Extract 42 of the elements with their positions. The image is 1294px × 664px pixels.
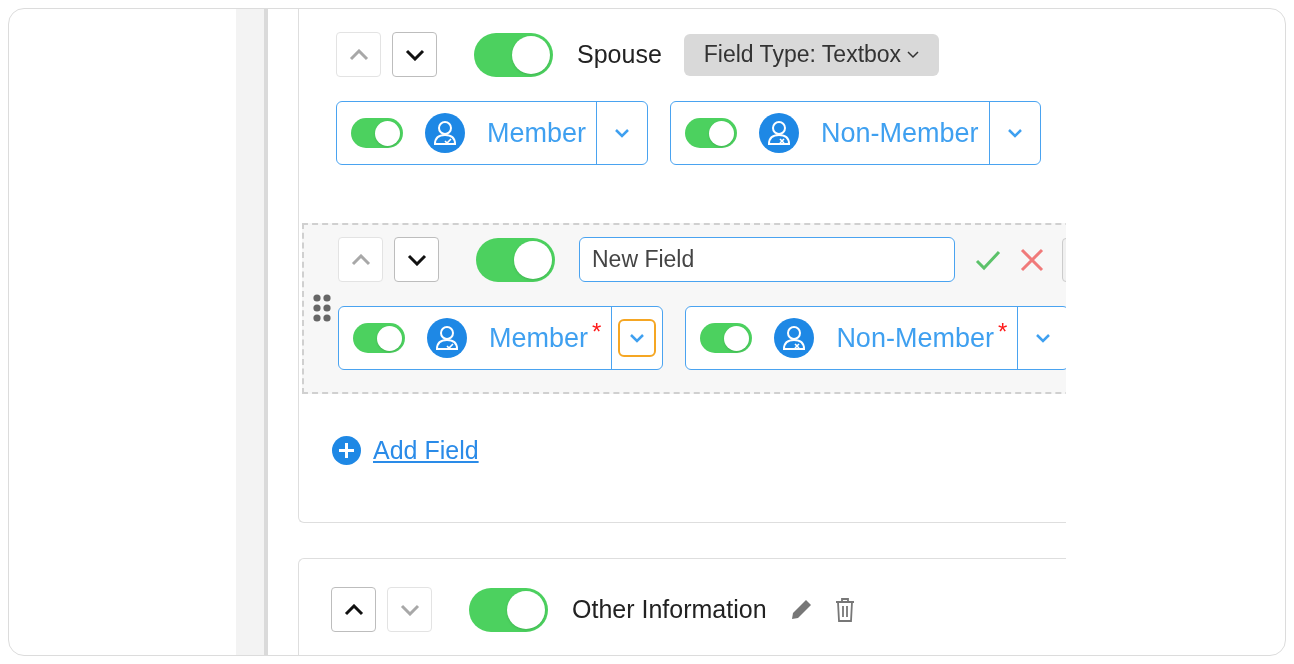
toggle-switch[interactable] <box>700 323 753 353</box>
field-name-input[interactable]: New Field <box>579 237 955 282</box>
drag-handle-icon[interactable] <box>313 293 331 323</box>
move-down-button[interactable] <box>392 32 437 77</box>
chevron-down-icon <box>614 128 631 138</box>
add-circle-icon[interactable] <box>332 436 361 466</box>
toggle-switch[interactable] <box>474 32 553 77</box>
move-up-button[interactable] <box>331 587 376 632</box>
cancel-x-icon[interactable] <box>1020 247 1044 272</box>
chevron-down-icon <box>399 603 420 616</box>
chevron-down-icon <box>907 50 920 59</box>
field-type-dropdown[interactable]: Field Type: Textbox <box>683 33 940 76</box>
audience-dropdown-button[interactable] <box>618 319 657 357</box>
member-icon <box>425 113 465 153</box>
chevron-down-icon <box>1006 128 1023 138</box>
chevron-up-icon <box>350 253 371 266</box>
toggle-switch[interactable] <box>351 118 403 148</box>
toggle-switch[interactable] <box>476 237 555 282</box>
chevron-down-icon <box>1035 333 1052 343</box>
toggle-switch[interactable] <box>469 587 548 632</box>
move-down-button[interactable] <box>394 237 439 282</box>
non-member-icon <box>759 113 800 153</box>
chevron-up-icon <box>343 603 364 616</box>
toggle-switch[interactable] <box>685 118 738 148</box>
chevron-down-icon <box>404 48 425 61</box>
non-member-icon <box>774 318 815 358</box>
field-title: Spouse <box>577 38 662 70</box>
confirm-check-icon[interactable] <box>975 248 1001 271</box>
chevron-down-icon <box>629 333 646 343</box>
add-field-link[interactable]: Add Field <box>373 432 479 470</box>
section-title: Other Information <box>572 593 767 625</box>
audience-label: Non-Member <box>821 116 979 150</box>
chevron-down-icon <box>406 253 427 266</box>
audience-label: Member <box>487 116 587 150</box>
audience-label: Member <box>489 321 589 355</box>
required-mark: * <box>592 319 602 344</box>
chevron-up-icon <box>348 48 369 61</box>
toggle-switch[interactable] <box>353 323 405 353</box>
trash-icon[interactable] <box>833 596 856 623</box>
audience-label: Non-Member <box>836 321 994 355</box>
member-icon <box>427 318 467 358</box>
required-mark: * <box>997 319 1008 344</box>
